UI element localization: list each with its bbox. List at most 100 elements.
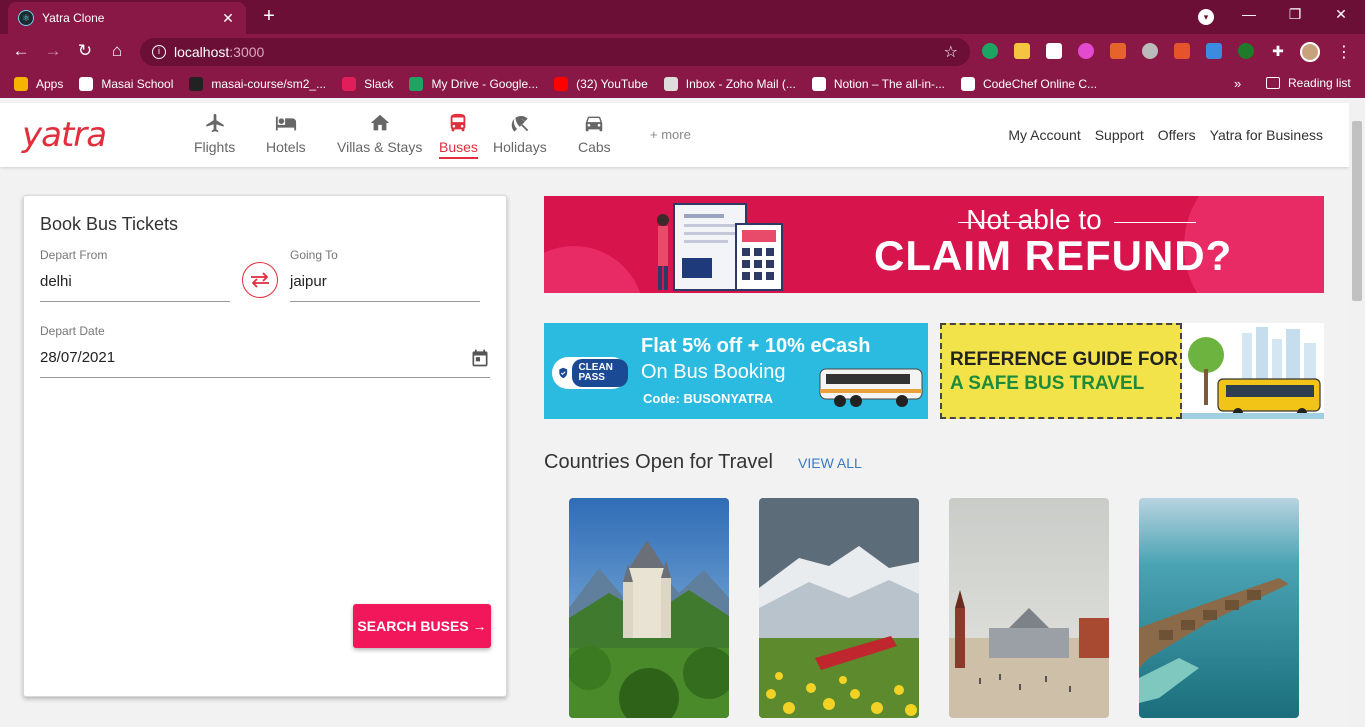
bookmark-item[interactable]: CodeChef Online C... bbox=[961, 77, 1097, 91]
going-to-field[interactable]: Going To jaipur bbox=[290, 248, 480, 302]
bookmark-favicon-icon bbox=[342, 77, 357, 91]
reading-list-button[interactable]: Reading list bbox=[1266, 76, 1351, 90]
car-icon bbox=[583, 111, 605, 135]
depart-date-field[interactable]: Depart Date 28/07/2021 bbox=[40, 324, 490, 378]
offers-link[interactable]: Offers bbox=[1158, 127, 1196, 143]
bookmark-favicon-icon bbox=[189, 77, 204, 91]
yatra-for-business-link[interactable]: Yatra for Business bbox=[1210, 127, 1323, 143]
nav-hotels[interactable]: Hotels bbox=[266, 111, 306, 155]
browser-toolbar: ← → ↻ ⌂ i localhost:3000 ☆ ✚ ⋮ bbox=[0, 34, 1365, 70]
yatra-logo[interactable]: yatra bbox=[22, 115, 107, 155]
download-icon[interactable] bbox=[1206, 43, 1222, 59]
countries-section-title: Countries Open for Travel bbox=[544, 451, 773, 473]
browser-tab-strip: ⚛ Yatra Clone ✕ + ▾ — ❐ ✕ bbox=[0, 0, 1365, 34]
guide-subheading: A SAFE BUS TRAVEL bbox=[950, 373, 1145, 394]
new-tab-icon[interactable]: + bbox=[258, 5, 280, 28]
extension-icon[interactable] bbox=[1014, 43, 1030, 59]
safe-travel-guide-banner[interactable]: REFERENCE GUIDE FOR A SAFE BUS TRAVEL bbox=[940, 323, 1324, 419]
refund-title: CLAIM REFUND? bbox=[874, 232, 1233, 279]
going-to-input[interactable]: jaipur bbox=[290, 270, 480, 302]
depart-from-field[interactable]: Depart From delhi bbox=[40, 248, 230, 302]
extension-icon[interactable] bbox=[1174, 43, 1190, 59]
extension-icon[interactable] bbox=[1110, 43, 1126, 59]
bookmark-item[interactable]: Notion – The all-in-... bbox=[811, 77, 945, 91]
going-to-label: Going To bbox=[290, 248, 338, 262]
nav-flights[interactable]: Flights bbox=[194, 111, 235, 155]
bookmark-label: My Drive - Google... bbox=[431, 77, 539, 91]
scrollbar-thumb[interactable] bbox=[1352, 121, 1362, 301]
extension-icon[interactable] bbox=[1238, 43, 1254, 59]
bookmark-item[interactable]: masai-course/sm2_... bbox=[189, 77, 326, 91]
nav-villas-stays[interactable]: Villas & Stays bbox=[337, 111, 422, 155]
forward-icon[interactable]: → bbox=[42, 41, 64, 61]
bookmark-item[interactable]: Inbox - Zoho Mail (... bbox=[663, 77, 796, 91]
home-browser-icon[interactable]: ⌂ bbox=[106, 41, 128, 61]
back-icon[interactable]: ← bbox=[10, 41, 32, 61]
address-bar[interactable]: i localhost:3000 ☆ bbox=[140, 38, 970, 66]
bus-booking-card: Book Bus Tickets Depart From delhi Going… bbox=[23, 195, 507, 697]
view-all-link[interactable]: VIEW ALL bbox=[798, 455, 862, 471]
bookmark-star-icon[interactable]: ☆ bbox=[944, 42, 958, 62]
bus-offer-banner[interactable]: CLEAN PASS Flat 5% off + 10% eCash On Bu… bbox=[544, 323, 928, 419]
country-card[interactable] bbox=[569, 498, 729, 718]
reading-list-icon bbox=[1266, 77, 1280, 89]
guide-heading: REFERENCE GUIDE FOR bbox=[950, 349, 1179, 370]
react-icon: ⚛ bbox=[18, 10, 34, 26]
calendar-icon[interactable] bbox=[470, 348, 490, 368]
bookmark-favicon-icon bbox=[14, 77, 28, 91]
grammarly-icon[interactable] bbox=[982, 43, 998, 59]
country-card[interactable] bbox=[949, 498, 1109, 718]
puzzle-icon[interactable]: ✚ bbox=[1270, 43, 1286, 59]
profile-avatar[interactable] bbox=[1300, 42, 1320, 62]
nav-label: Buses bbox=[439, 139, 478, 159]
depart-from-input[interactable]: delhi bbox=[40, 270, 230, 302]
chevron-down-icon[interactable]: ▾ bbox=[1198, 9, 1214, 25]
bookmark-item[interactable]: Apps bbox=[14, 77, 63, 91]
swap-icon bbox=[251, 272, 269, 288]
country-card[interactable] bbox=[759, 498, 919, 718]
extension-icon[interactable] bbox=[1046, 43, 1062, 59]
swap-cities-button[interactable] bbox=[242, 262, 278, 298]
claim-refund-banner[interactable]: Not able to CLAIM REFUND? bbox=[544, 196, 1324, 293]
info-icon[interactable]: i bbox=[152, 45, 166, 59]
offer-code: Code: BUSONYATRA bbox=[643, 391, 774, 406]
bookmark-item[interactable]: My Drive - Google... bbox=[409, 77, 538, 91]
site-header: yatra Flights Hotels Villas & Stays Buse… bbox=[0, 103, 1349, 167]
bookmark-favicon-icon bbox=[554, 77, 569, 91]
page-scrollbar[interactable] bbox=[1349, 103, 1365, 727]
offer-headline: Flat 5% off + 10% eCash bbox=[641, 335, 871, 357]
depart-date-input[interactable]: 28/07/2021 bbox=[40, 346, 490, 378]
minimize-icon[interactable]: — bbox=[1238, 6, 1260, 22]
search-buses-button[interactable]: SEARCH BUSES → bbox=[353, 604, 491, 648]
page-content: yatra Flights Hotels Villas & Stays Buse… bbox=[0, 103, 1349, 727]
nav-cabs[interactable]: Cabs bbox=[578, 111, 611, 155]
close-tab-icon[interactable]: ✕ bbox=[220, 10, 236, 27]
country-card[interactable] bbox=[1139, 498, 1299, 718]
extension-icon[interactable] bbox=[1142, 43, 1158, 59]
nav-label: Villas & Stays bbox=[337, 139, 423, 155]
browser-tab[interactable]: ⚛ Yatra Clone ✕ bbox=[8, 2, 246, 34]
bookmark-label: Apps bbox=[36, 77, 64, 91]
bookmarks-overflow[interactable]: » bbox=[1234, 76, 1241, 91]
reload-icon[interactable]: ↻ bbox=[74, 41, 96, 61]
nav-holidays[interactable]: Holidays bbox=[493, 111, 547, 155]
close-window-icon[interactable]: ✕ bbox=[1330, 6, 1352, 23]
bookmark-label: Slack bbox=[364, 77, 394, 91]
bookmark-favicon-icon bbox=[663, 77, 678, 91]
clean-pass-label: CLEAN PASS bbox=[572, 359, 628, 387]
guide-frame bbox=[940, 323, 1182, 419]
bookmark-item[interactable]: Slack bbox=[342, 77, 393, 91]
castle-photo bbox=[569, 498, 729, 718]
offer-subline: On Bus Booking bbox=[641, 361, 786, 383]
my-account-link[interactable]: My Account bbox=[1008, 127, 1080, 143]
restore-icon[interactable]: ❐ bbox=[1284, 6, 1306, 23]
bookmark-label: Masai School bbox=[101, 77, 174, 91]
nav-buses[interactable]: Buses bbox=[439, 111, 478, 159]
menu-kebab-icon[interactable]: ⋮ bbox=[1336, 42, 1352, 62]
bookmark-item[interactable]: Masai School bbox=[79, 77, 173, 91]
color-picker-icon[interactable] bbox=[1078, 43, 1094, 59]
bookmark-item[interactable]: (32) YouTube bbox=[554, 77, 648, 91]
support-link[interactable]: Support bbox=[1095, 127, 1144, 143]
top-links: My Account Support Offers Yatra for Busi… bbox=[1008, 127, 1323, 143]
more-link[interactable]: + more bbox=[650, 127, 691, 142]
